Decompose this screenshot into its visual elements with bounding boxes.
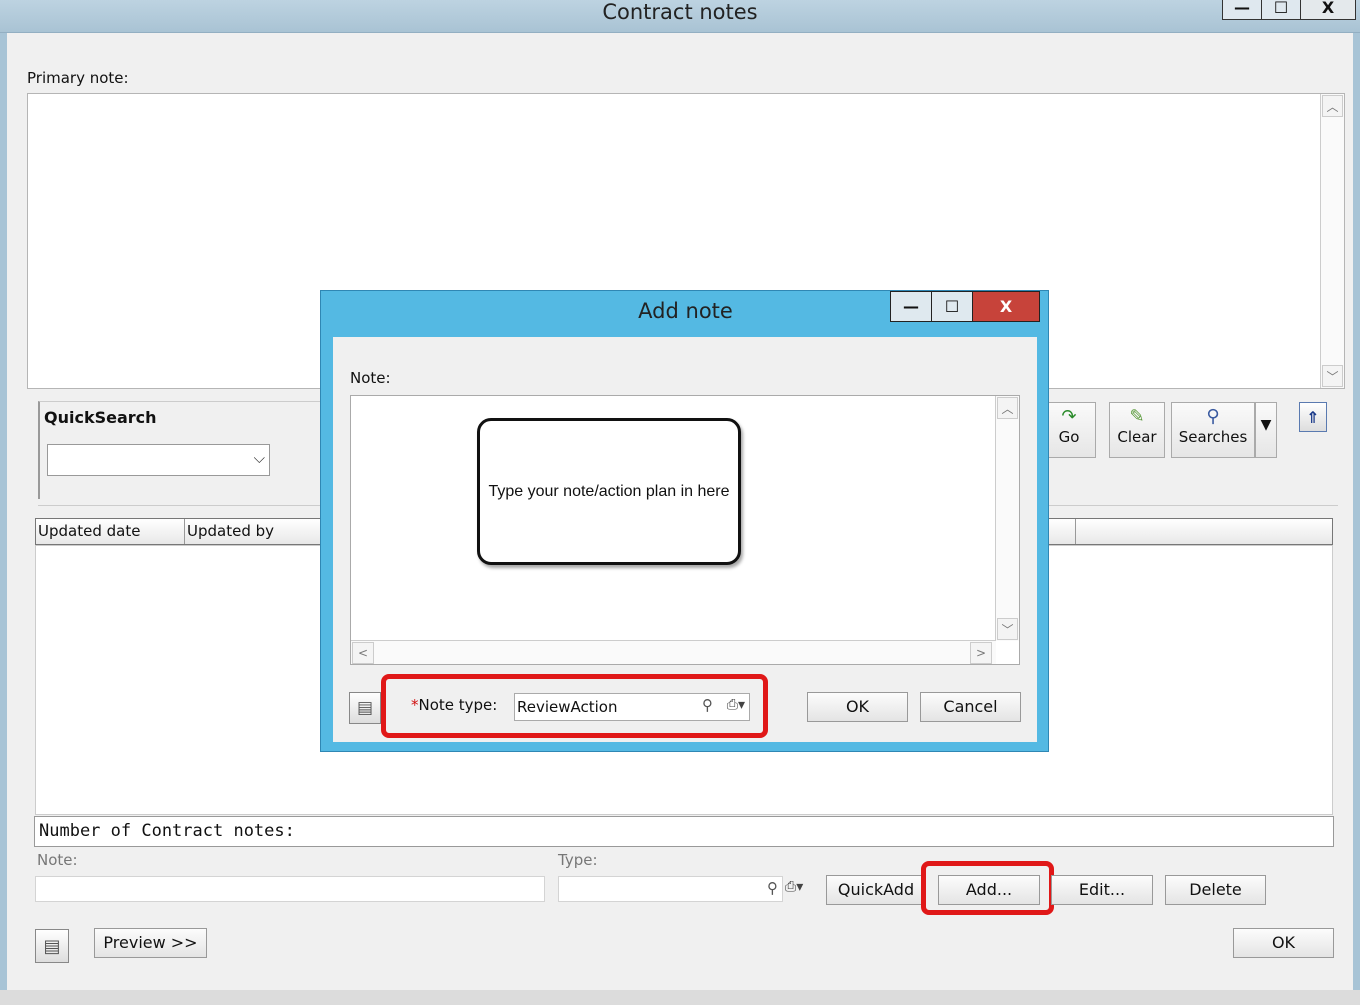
notes-count-bar: Number of Contract notes: <box>34 816 1334 847</box>
column-updated-date[interactable]: Updated date <box>36 519 185 544</box>
primary-note-label: Primary note: <box>27 69 129 87</box>
scroll-left-icon[interactable]: < <box>352 642 374 664</box>
note-filter-label: Note: <box>37 851 78 869</box>
ok-button[interactable]: OK <box>1233 928 1334 958</box>
quicksearch-title: QuickSearch <box>44 408 157 427</box>
window-controls: — ☐ X <box>1222 0 1356 20</box>
instruction-callout: Type your note/action plan in here <box>477 418 741 565</box>
maximize-button[interactable]: ☐ <box>1261 0 1301 20</box>
magnifier-icon: ⚲ <box>1206 406 1220 427</box>
dialog-cancel-button[interactable]: Cancel <box>920 692 1021 722</box>
add-button-highlight <box>921 861 1054 915</box>
searches-label: Searches <box>1178 428 1248 446</box>
dialog-window-controls: — ☐ X <box>890 291 1040 322</box>
primary-note-scrollbar[interactable]: ︿ ﹀ <box>1320 94 1344 388</box>
note-filter-input[interactable] <box>35 876 545 902</box>
go-button[interactable]: ↷ Go <box>1042 402 1096 458</box>
dialog-note-label: Note: <box>350 369 391 387</box>
dialog-printer-icon: ▤ <box>356 698 374 718</box>
scroll-up-icon[interactable]: ︿ <box>1322 95 1343 117</box>
minimize-button[interactable]: — <box>1222 0 1262 20</box>
print-button[interactable]: ▤ <box>35 929 69 963</box>
window-title: Contract notes <box>602 0 758 24</box>
note-type-highlight <box>381 674 768 738</box>
go-label: Go <box>1058 428 1080 446</box>
scroll-down-icon[interactable]: ﹀ <box>1322 365 1343 387</box>
type-filter-input[interactable]: ⚲ <box>558 876 783 902</box>
dialog-minimize-button[interactable]: — <box>890 291 932 322</box>
searches-button[interactable]: ⚲ Searches <box>1171 402 1255 458</box>
double-chevron-up-icon: ⇑ <box>1306 407 1320 427</box>
go-arrow-icon: ↷ <box>1061 406 1077 427</box>
column-updated-by[interactable]: Updated by <box>185 519 325 544</box>
scroll-right-icon[interactable]: > <box>970 642 992 664</box>
type-filter-label: Type: <box>558 851 598 869</box>
note-scroll-down-icon[interactable]: ﹀ <box>997 618 1018 640</box>
eraser-icon: ✎ <box>1129 406 1145 427</box>
delete-button[interactable]: Delete <box>1165 875 1266 905</box>
preview-button[interactable]: Preview >> <box>94 928 207 958</box>
quicksearch-box: QuickSearch ⌵ <box>38 401 323 499</box>
clear-button[interactable]: ✎ Clear <box>1109 402 1165 458</box>
note-vertical-scrollbar[interactable]: ︿ ﹀ <box>995 396 1019 641</box>
collapse-button[interactable]: ⇑ <box>1299 402 1327 432</box>
chevron-down-icon[interactable]: ⌵ <box>254 449 265 467</box>
note-horizontal-scrollbar[interactable]: < > <box>351 640 996 664</box>
dialog-print-button[interactable]: ▤ <box>349 692 381 724</box>
dialog-ok-button[interactable]: OK <box>807 692 908 722</box>
clear-label: Clear <box>1117 428 1157 446</box>
note-textarea[interactable]: Type your note/action plan in here ︿ ﹀ <… <box>350 395 1020 665</box>
type-picker-icon[interactable]: ⎙▾ <box>785 879 803 895</box>
note-scroll-up-icon[interactable]: ︿ <box>997 397 1018 419</box>
column-extra[interactable] <box>1048 519 1076 544</box>
lookup-icon[interactable]: ⚲ <box>767 879 778 897</box>
printer-icon: ▤ <box>43 935 61 957</box>
edit-button[interactable]: Edit... <box>1051 875 1153 905</box>
dialog-close-button[interactable]: X <box>972 291 1040 322</box>
caret-down-icon: ▼ <box>1260 417 1272 433</box>
window-titlebar[interactable]: Contract notes — ☐ X <box>0 0 1360 33</box>
dialog-maximize-button[interactable]: ☐ <box>931 291 973 322</box>
close-button[interactable]: X <box>1300 0 1356 20</box>
quickadd-button[interactable]: QuickAdd <box>826 875 926 905</box>
dialog-client-area: Note: Type your note/action plan in here… <box>333 337 1037 742</box>
quicksearch-combo[interactable]: ⌵ <box>47 444 270 476</box>
status-bar <box>0 990 1360 1005</box>
add-note-dialog: Add note — ☐ X Note: Type your note/acti… <box>320 290 1049 752</box>
searches-dropdown[interactable]: ▼ <box>1255 402 1277 458</box>
